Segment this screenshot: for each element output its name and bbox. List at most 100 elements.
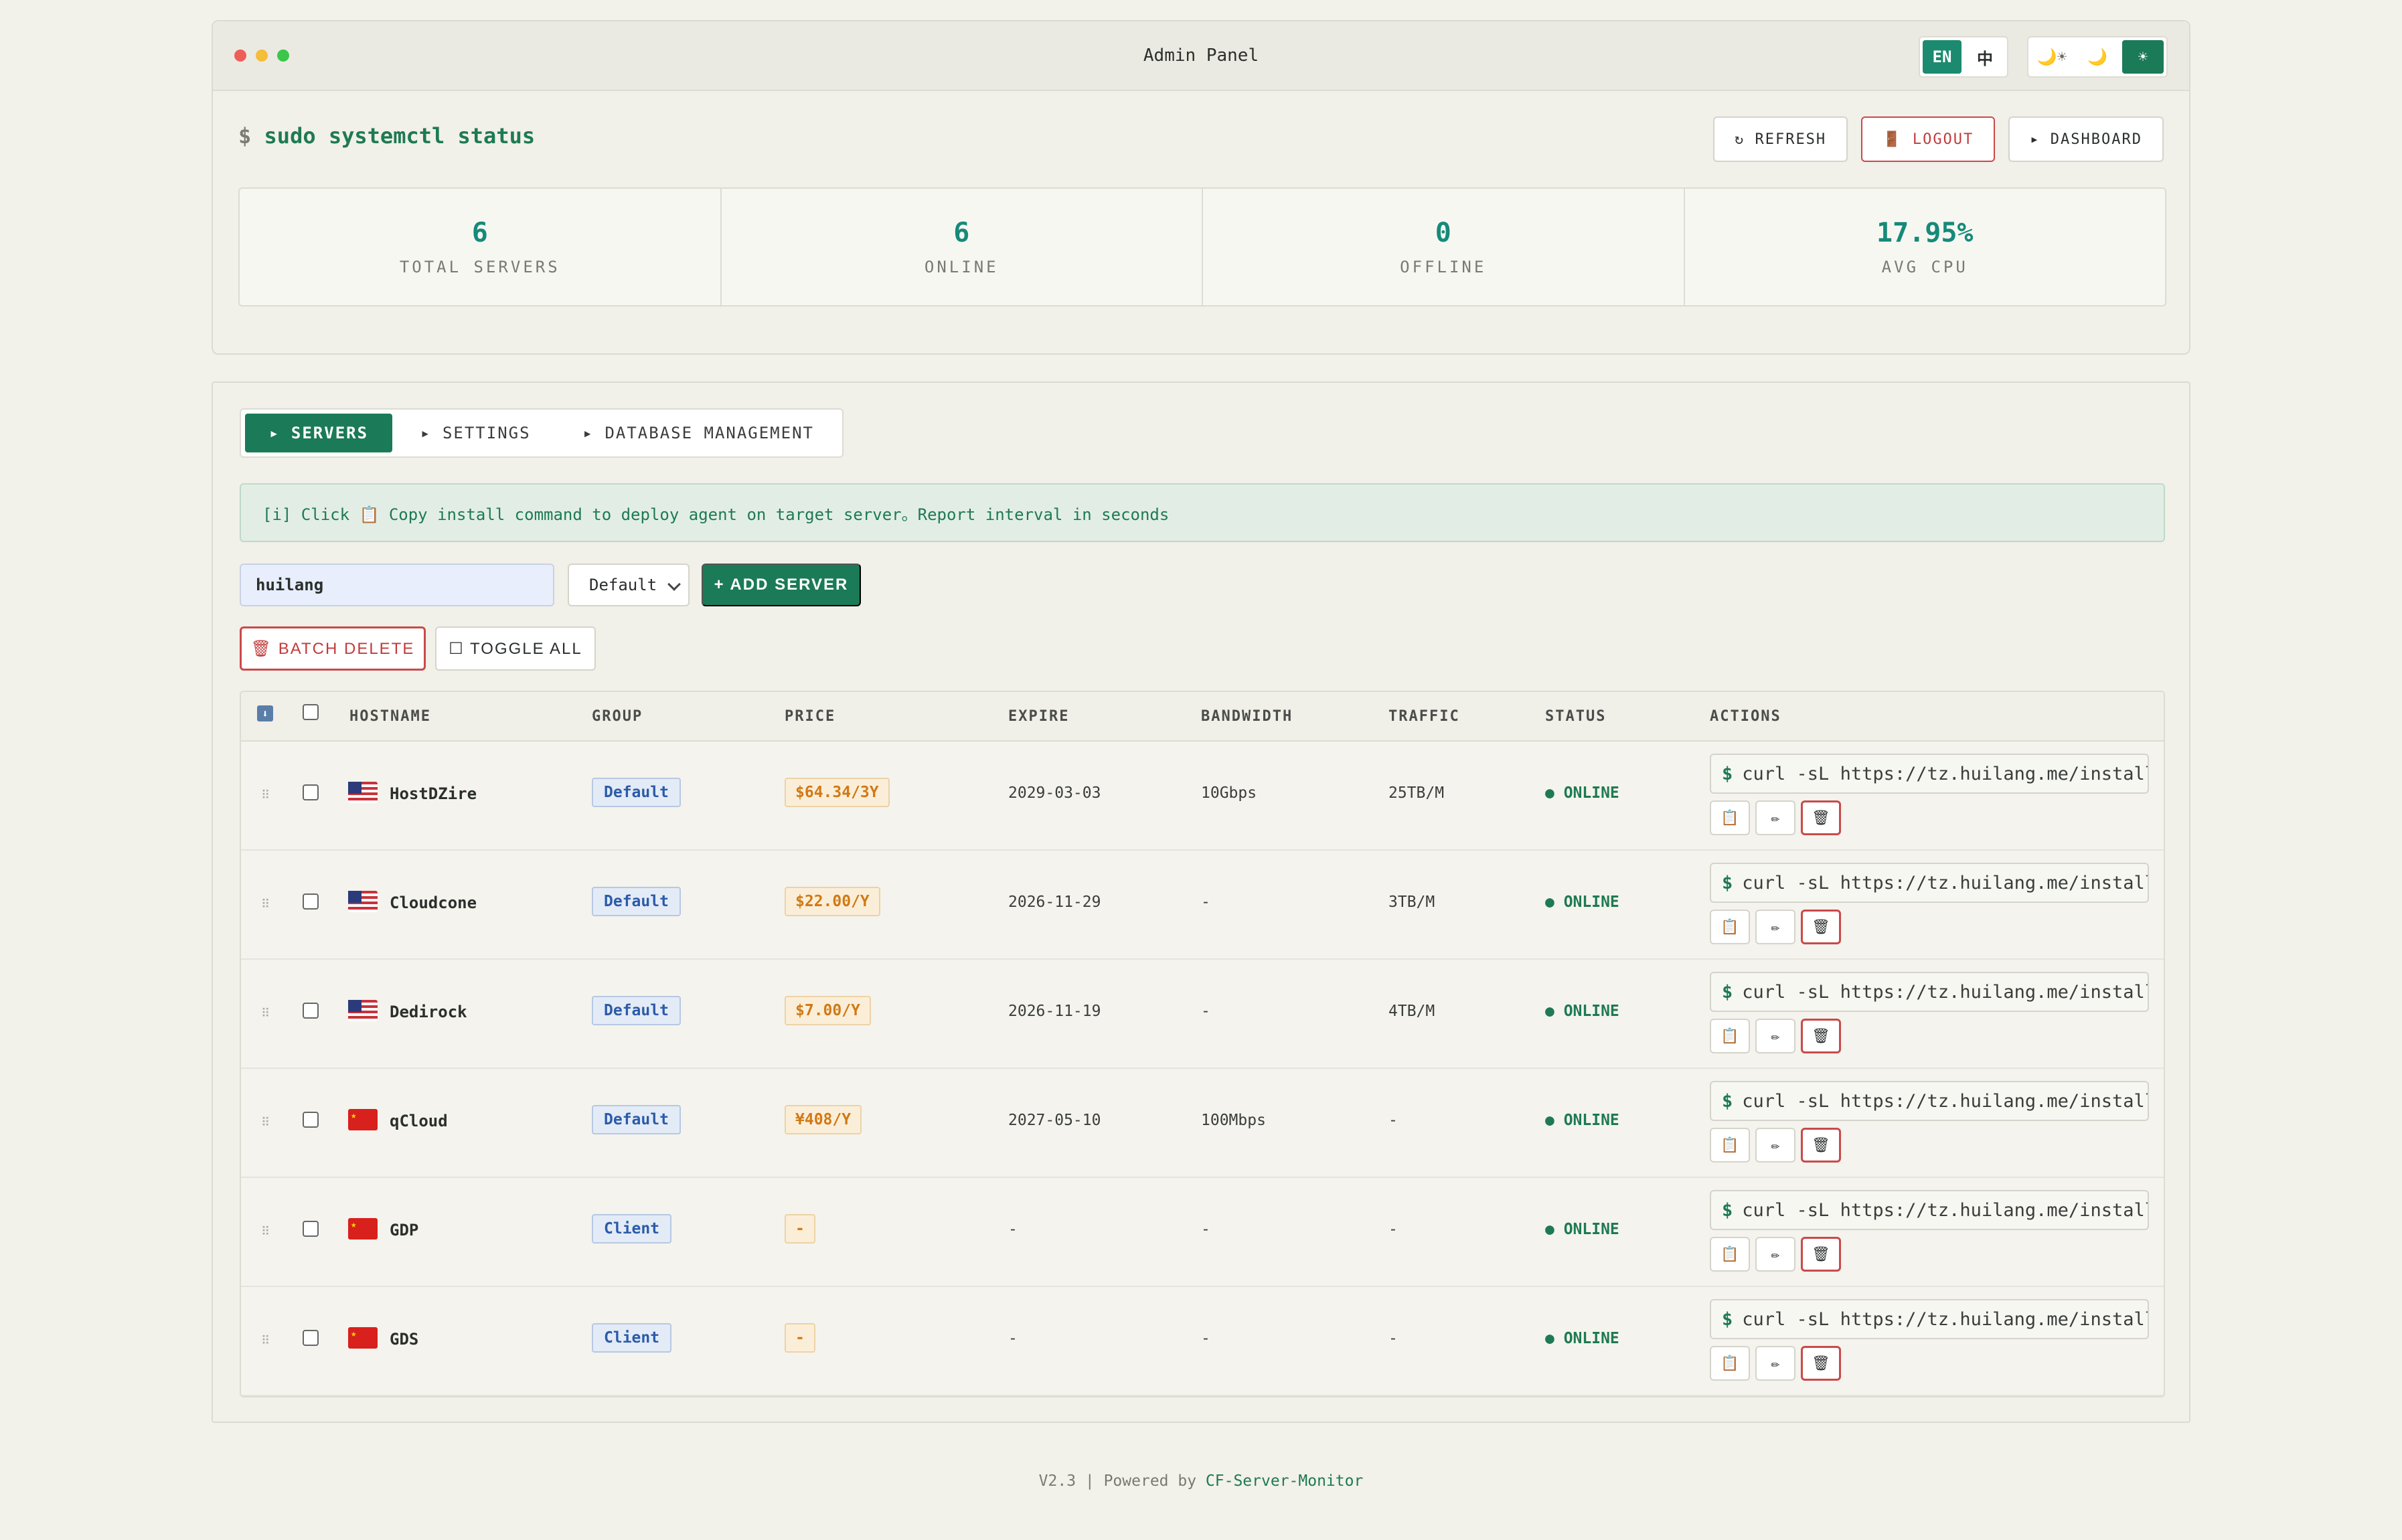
tab-bar: ▸ SERVERS ▸ SETTINGS ▸ DATABASE MANAGEME… — [240, 408, 844, 458]
flag-cn-icon — [348, 1109, 378, 1130]
stat-online: 6 ONLINE — [722, 189, 1203, 305]
install-command[interactable]: $ curl -sL https://tz.huilang.me/install. — [1710, 972, 2149, 1012]
price-badge: ¥408/Y — [785, 1105, 862, 1134]
col-expire: EXPIRE — [1008, 708, 1070, 725]
tab-servers[interactable]: ▸ SERVERS — [245, 414, 393, 452]
bandwidth: - — [1201, 1330, 1210, 1347]
row-checkbox[interactable] — [303, 1003, 319, 1019]
status-badge: ● ONLINE — [1545, 1003, 1619, 1020]
delete-icon[interactable]: 🗑 — [1801, 1019, 1841, 1053]
table-row: ⠿ GDS Client - - - - ● ONLINE $curl -sL … — [241, 1287, 2164, 1396]
row-actions: 📋 ✏ 🗑 — [1710, 800, 1841, 835]
sort-icon[interactable]: ⬇ — [257, 705, 273, 721]
col-traffic: TRAFFIC — [1388, 708, 1460, 725]
traffic: 25TB/M — [1388, 784, 1445, 802]
install-command[interactable]: $ curl -sL https://tz.huilang.me/install. — [1710, 1190, 2149, 1230]
batch-delete-button[interactable]: 🗑 BATCH DELETE — [240, 626, 426, 671]
copy-icon[interactable]: 📋 — [1710, 1128, 1750, 1163]
select-all-checkbox[interactable] — [303, 704, 319, 720]
footer: V2.3 | Powered by CF-Server-Monitor — [0, 1472, 2402, 1490]
drag-handle-icon[interactable]: ⠿ — [261, 1007, 270, 1021]
lang-zh-button[interactable]: 中 — [1966, 40, 2004, 74]
delete-icon[interactable]: 🗑 — [1801, 1128, 1841, 1163]
language-switch: EN 中 — [1919, 36, 2008, 78]
tab-settings[interactable]: ▸ SETTINGS — [396, 414, 555, 452]
drag-handle-icon[interactable]: ⠿ — [261, 788, 270, 802]
copy-icon[interactable]: 📋 — [1710, 1346, 1750, 1381]
footer-link[interactable]: CF-Server-Monitor — [1206, 1472, 1363, 1490]
stat-label: OFFLINE — [1400, 258, 1487, 276]
search-input[interactable] — [240, 564, 554, 606]
stat-label: ONLINE — [924, 258, 999, 276]
row-checkbox[interactable] — [303, 784, 319, 800]
bandwidth: 10Gbps — [1201, 784, 1257, 802]
col-status: STATUS — [1545, 708, 1607, 725]
bandwidth: - — [1201, 893, 1210, 911]
drag-handle-icon[interactable]: ⠿ — [261, 1116, 270, 1130]
bandwidth: - — [1201, 1003, 1210, 1020]
traffic: 4TB/M — [1388, 1003, 1435, 1020]
drag-handle-icon[interactable]: ⠿ — [261, 1334, 270, 1348]
row-actions: 📋 ✏ 🗑 — [1710, 1128, 1841, 1163]
copy-icon[interactable]: 📋 — [1710, 800, 1750, 835]
edit-icon[interactable]: ✏ — [1755, 1019, 1795, 1053]
price-badge: $22.00/Y — [785, 887, 880, 916]
page-title: $ sudo systemctl status — [238, 123, 535, 149]
row-checkbox[interactable] — [303, 1221, 319, 1237]
flag-us-icon — [348, 1000, 378, 1021]
traffic: - — [1388, 1221, 1398, 1238]
install-command-text: curl -sL https://tz.huilang.me/install. — [1742, 872, 2149, 893]
expire-date: 2027-05-10 — [1008, 1112, 1101, 1129]
table-row: ⠿ Dedirock Default $7.00/Y 2026-11-19 - … — [241, 960, 2164, 1069]
theme-auto-icon[interactable]: 🌙☀ — [2031, 40, 2073, 74]
delete-icon[interactable]: 🗑 — [1801, 800, 1841, 835]
row-actions: 📋 ✏ 🗑 — [1710, 1019, 1841, 1053]
add-server-button[interactable]: + ADD SERVER — [702, 564, 861, 606]
delete-icon[interactable]: 🗑 — [1801, 1237, 1841, 1272]
install-command[interactable]: $ curl -sL https://tz.huilang.me/install. — [1710, 863, 2149, 903]
theme-dark-icon[interactable]: 🌙 — [2077, 40, 2118, 74]
row-actions: 📋 ✏ 🗑 — [1710, 1237, 1841, 1272]
theme-light-icon[interactable]: ☀ — [2122, 40, 2164, 74]
copy-icon[interactable]: 📋 — [1710, 910, 1750, 944]
logout-button[interactable]: 🚪 LOGOUT — [1861, 116, 1996, 162]
group-badge: Default — [592, 887, 681, 916]
dashboard-button[interactable]: ▸ DASHBOARD — [2008, 116, 2164, 162]
install-command[interactable]: $ curl -sL https://tz.huilang.me/install. — [1710, 754, 2149, 794]
install-command[interactable]: $ curl -sL https://tz.huilang.me/install. — [1710, 1081, 2149, 1121]
drag-handle-icon[interactable]: ⠿ — [261, 1225, 270, 1239]
refresh-button[interactable]: ↻ REFRESH — [1712, 116, 1848, 162]
row-checkbox[interactable] — [303, 1112, 319, 1128]
management-panel: ▸ SERVERS ▸ SETTINGS ▸ DATABASE MANAGEME… — [212, 381, 2190, 1423]
edit-icon[interactable]: ✏ — [1755, 910, 1795, 944]
delete-icon[interactable]: 🗑 — [1801, 910, 1841, 944]
group-badge: Client — [592, 1323, 672, 1353]
traffic: - — [1388, 1330, 1398, 1347]
tab-database-management[interactable]: ▸ DATABASE MANAGEMENT — [559, 414, 838, 452]
row-checkbox[interactable] — [303, 1330, 319, 1346]
hostname: qCloud — [390, 1112, 448, 1130]
toggle-all-button[interactable]: ☐ TOGGLE ALL — [435, 626, 596, 671]
edit-icon[interactable]: ✏ — [1755, 800, 1795, 835]
status-badge: ● ONLINE — [1545, 1221, 1619, 1238]
price-badge: - — [785, 1214, 815, 1244]
install-command-text: curl -sL https://tz.huilang.me/install. — [1742, 763, 2149, 784]
copy-icon[interactable]: 📋 — [1710, 1019, 1750, 1053]
stat-label: AVG CPU — [1881, 258, 1968, 276]
group-select[interactable]: Default — [568, 564, 690, 606]
col-bandwidth: BANDWIDTH — [1201, 708, 1293, 725]
lang-en-button[interactable]: EN — [1923, 40, 1961, 74]
drag-handle-icon[interactable]: ⠿ — [261, 897, 270, 912]
hostname: HostDZire — [390, 784, 477, 803]
install-command[interactable]: $ curl -sL https://tz.huilang.me/install. — [1710, 1299, 2149, 1339]
edit-icon[interactable]: ✏ — [1755, 1128, 1795, 1163]
delete-icon[interactable]: 🗑 — [1801, 1346, 1841, 1381]
row-checkbox[interactable] — [303, 893, 319, 910]
edit-icon[interactable]: ✏ — [1755, 1237, 1795, 1272]
status-badge: ● ONLINE — [1545, 784, 1619, 802]
stat-offline: 0 OFFLINE — [1203, 189, 1685, 305]
edit-icon[interactable]: ✏ — [1755, 1346, 1795, 1381]
traffic: - — [1388, 1112, 1398, 1129]
stat-value: 6 — [471, 218, 488, 248]
copy-icon[interactable]: 📋 — [1710, 1237, 1750, 1272]
